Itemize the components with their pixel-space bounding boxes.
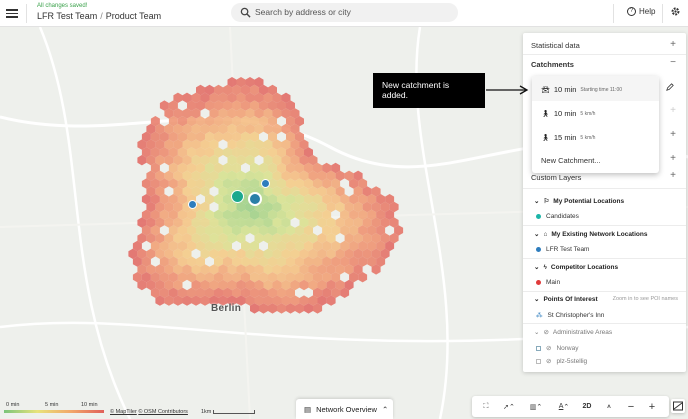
catchment-item-walk-10min[interactable]: 🚶︎ 10 min 5 km/h xyxy=(541,109,595,118)
group-points-of-interest[interactable]: ⌄ Points Of Interest xyxy=(534,295,598,304)
chevron-down-icon: ⌄ xyxy=(534,296,540,303)
map-toolbar: ⛶ ➚⌃ ▥⌃ A ⌃ 2D ⩚ − + xyxy=(472,396,669,417)
pencil-edit-icon[interactable] xyxy=(666,83,674,91)
network-overview-tab[interactable]: ▤ Network Overview ⌃ xyxy=(296,399,393,419)
layer-color-dot xyxy=(536,214,541,219)
gear-icon[interactable] xyxy=(670,6,681,17)
square-icon xyxy=(536,358,541,364)
legend-label: 0 min xyxy=(6,402,20,408)
group-competitor-locations[interactable]: ⌄ ϟ Competitor Locations xyxy=(534,263,618,272)
chevron-down-icon: ⌄ xyxy=(534,264,540,271)
eye-off-icon: ⊘ xyxy=(546,345,552,352)
minimap-toggle-icon[interactable] xyxy=(671,399,685,413)
zoom-in-button[interactable]: + xyxy=(645,400,659,413)
breadcrumb-project[interactable]: Product Team xyxy=(106,11,161,21)
legend-label: 5 min xyxy=(45,402,59,408)
car-catchment-marker[interactable] xyxy=(231,190,244,203)
search-icon xyxy=(240,7,251,18)
custom-layers-label[interactable]: Custom Layers xyxy=(531,173,581,182)
square-icon xyxy=(536,345,541,351)
people-icon: ⁂ xyxy=(536,312,543,319)
lightning-icon: ϟ xyxy=(543,263,547,271)
catchment-dropdown: 🚘︎ 10 min Starting time 11:00 🚶︎ 10 min 5 km… xyxy=(532,76,659,173)
layer-lfr-test-team[interactable]: LFR Test Team xyxy=(536,246,589,253)
view-mode-toggle[interactable]: 2D xyxy=(580,400,594,413)
chevron-down-icon: ⌄ xyxy=(534,329,540,336)
fit-bounds-icon[interactable]: ⛶ xyxy=(478,400,494,413)
breadcrumb: LFR Test Team / Product Team xyxy=(37,11,161,21)
new-catchment-button[interactable]: New Catchment... xyxy=(541,156,601,165)
divider xyxy=(662,4,663,23)
layer-color-dot xyxy=(536,247,541,252)
legend-gradient xyxy=(4,410,104,413)
help-button[interactable]: ? Help xyxy=(627,7,655,16)
breadcrumb-separator: / xyxy=(100,11,103,21)
annotation-callout: New catchment is added. xyxy=(373,73,485,108)
poi-zoom-hint: Zoom in to see POI names xyxy=(612,296,678,302)
divider xyxy=(613,4,614,23)
chevron-down-icon: ⌄ xyxy=(534,198,540,205)
breadcrumb-team[interactable]: LFR Test Team xyxy=(37,11,97,21)
compass-icon[interactable]: ⩚ xyxy=(602,400,616,413)
home-icon: ⌂ xyxy=(543,230,548,238)
network-location-marker[interactable] xyxy=(188,200,197,209)
collapse-catchments-button[interactable]: − xyxy=(670,57,676,68)
osm-link[interactable]: © OSM Contributors xyxy=(138,409,188,415)
divider xyxy=(523,188,686,189)
list-icon: ▤ xyxy=(304,404,312,414)
scale-bar: 1km xyxy=(201,409,256,415)
home-location-marker[interactable] xyxy=(248,192,262,206)
maptiler-link[interactable]: © MapTiler xyxy=(110,409,137,415)
layer-candidates[interactable]: Candidates xyxy=(536,213,579,220)
layer-norway[interactable]: ⊘ Norway xyxy=(536,344,579,352)
text-annotation-icon[interactable]: A ⌃ xyxy=(553,400,575,413)
walking-icon: 🚶︎ xyxy=(541,110,550,118)
map-style-icon[interactable]: ▥⌃ xyxy=(525,400,547,413)
catchments-label[interactable]: Catchments xyxy=(531,60,574,69)
divider xyxy=(26,4,27,23)
chevron-up-icon: ⌃ xyxy=(381,404,389,414)
layer-st-christophers-inn[interactable]: ⁂ St Christopher's Inn xyxy=(536,311,604,320)
search-bar[interactable]: Search by address or city xyxy=(231,3,458,22)
save-status: All changes saved! xyxy=(37,3,88,9)
layer-color-dot xyxy=(536,280,541,285)
network-location-marker[interactable] xyxy=(261,179,270,188)
zoom-out-button[interactable]: − xyxy=(624,400,638,413)
add-button[interactable]: + xyxy=(670,129,676,140)
annotation-arrow xyxy=(486,85,529,95)
group-administrative-areas[interactable]: ⌄ ⊘ Administrative Areas xyxy=(534,328,612,337)
group-existing-network[interactable]: ⌄ ⌂ My Existing Network Locations xyxy=(534,230,647,239)
select-tool-icon[interactable]: ➚⌃ xyxy=(499,400,519,413)
legend-label: 10 min xyxy=(81,402,98,408)
add-button[interactable]: + xyxy=(670,105,676,116)
layer-main[interactable]: Main xyxy=(536,279,560,286)
hamburger-menu-icon[interactable] xyxy=(6,7,18,19)
divider xyxy=(523,291,686,292)
add-button[interactable]: + xyxy=(670,153,676,164)
divider xyxy=(523,225,686,226)
eye-off-icon: ⊘ xyxy=(546,358,552,365)
catchment-item-car-10min[interactable]: 🚘︎ 10 min Starting time 11:00 xyxy=(541,85,622,94)
map-attribution: © MapTiler © OSM Contributors xyxy=(110,409,188,415)
top-bar: All changes saved! LFR Test Team / Product… xyxy=(0,0,688,27)
flag-icon: ⚐ xyxy=(543,198,550,205)
travel-time-legend: 0 min 5 min 10 min xyxy=(4,402,104,414)
help-icon: ? xyxy=(627,7,636,16)
add-custom-layer-button[interactable]: + xyxy=(670,170,676,181)
chevron-down-icon: ⌄ xyxy=(534,231,540,238)
divider xyxy=(523,54,686,55)
divider xyxy=(523,323,686,324)
help-label: Help xyxy=(639,7,656,16)
layer-plz-5stellig[interactable]: ⊘ plz-5stellig xyxy=(536,357,587,365)
divider xyxy=(523,258,686,259)
eye-off-icon: ⊘ xyxy=(543,329,549,336)
add-statistical-data-button[interactable]: + xyxy=(670,39,676,50)
search-input[interactable]: Search by address or city xyxy=(255,7,351,17)
walking-icon: 🚶︎ xyxy=(541,134,550,142)
car-icon: 🚘︎ xyxy=(541,86,550,94)
city-label-berlin: Berlin xyxy=(211,303,242,314)
statistical-data-label[interactable]: Statistical data xyxy=(531,41,580,50)
catchment-item-walk-15min[interactable]: 🚶︎ 15 min 5 km/h xyxy=(541,133,595,142)
group-potential-locations[interactable]: ⌄ ⚐ My Potential Locations xyxy=(534,197,624,206)
